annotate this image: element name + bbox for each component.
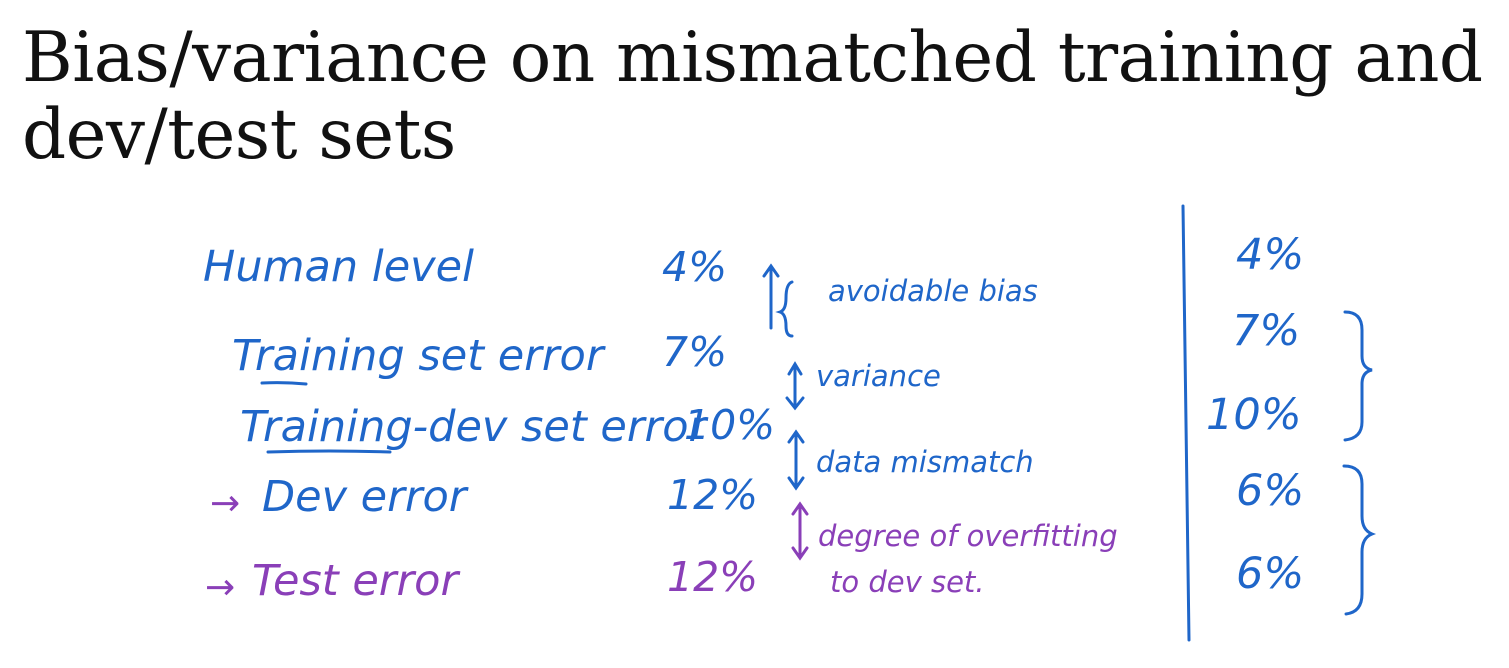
underline-training <box>260 381 308 386</box>
right-value-2: 7% <box>1232 306 1301 356</box>
value-human-level: 4% <box>662 243 728 291</box>
note-variance: variance <box>816 359 941 393</box>
right-value-4: 6% <box>1236 466 1305 516</box>
arrow-avoidable-bias <box>762 263 794 338</box>
title-line-1: Bias/variance on mismatched training and <box>22 18 1483 98</box>
brace-top <box>1343 310 1373 442</box>
slide-title: Bias/variance on mismatched training and… <box>22 18 1502 176</box>
note-avoidable-bias: avoidable bias <box>828 274 1038 308</box>
test-arrow-marker: → <box>205 567 236 608</box>
value-training-dev-set-error: 10% <box>684 401 776 449</box>
label-training-set-error: Training set error <box>232 331 604 381</box>
label-dev-error: Dev error <box>262 472 467 522</box>
title-line-2: dev/test sets <box>22 95 456 176</box>
right-value-3: 10% <box>1206 390 1302 440</box>
dev-arrow-marker: → <box>210 483 241 524</box>
label-training-dev-set-error: Training-dev set error <box>240 402 707 452</box>
right-value-5: 6% <box>1236 549 1305 599</box>
brace-bottom <box>1342 464 1377 616</box>
note-to-dev-set: to dev set. <box>830 565 985 599</box>
label-human-level: Human level <box>203 242 474 292</box>
note-degree-of-overfitting: degree of overfitting <box>818 519 1118 553</box>
arrow-variance <box>785 361 805 411</box>
value-test-error: 12% <box>667 553 759 601</box>
label-test-error: Test error <box>252 556 459 606</box>
right-value-1: 4% <box>1236 230 1305 280</box>
slide: Bias/variance on mismatched training and… <box>0 0 1509 668</box>
arrow-data-mismatch <box>787 429 805 491</box>
value-dev-error: 12% <box>667 471 759 519</box>
arrow-degree-of-overfitting <box>791 501 809 561</box>
note-data-mismatch: data mismatch <box>816 445 1034 479</box>
divider-line <box>1181 204 1191 642</box>
value-training-set-error: 7% <box>662 328 728 376</box>
